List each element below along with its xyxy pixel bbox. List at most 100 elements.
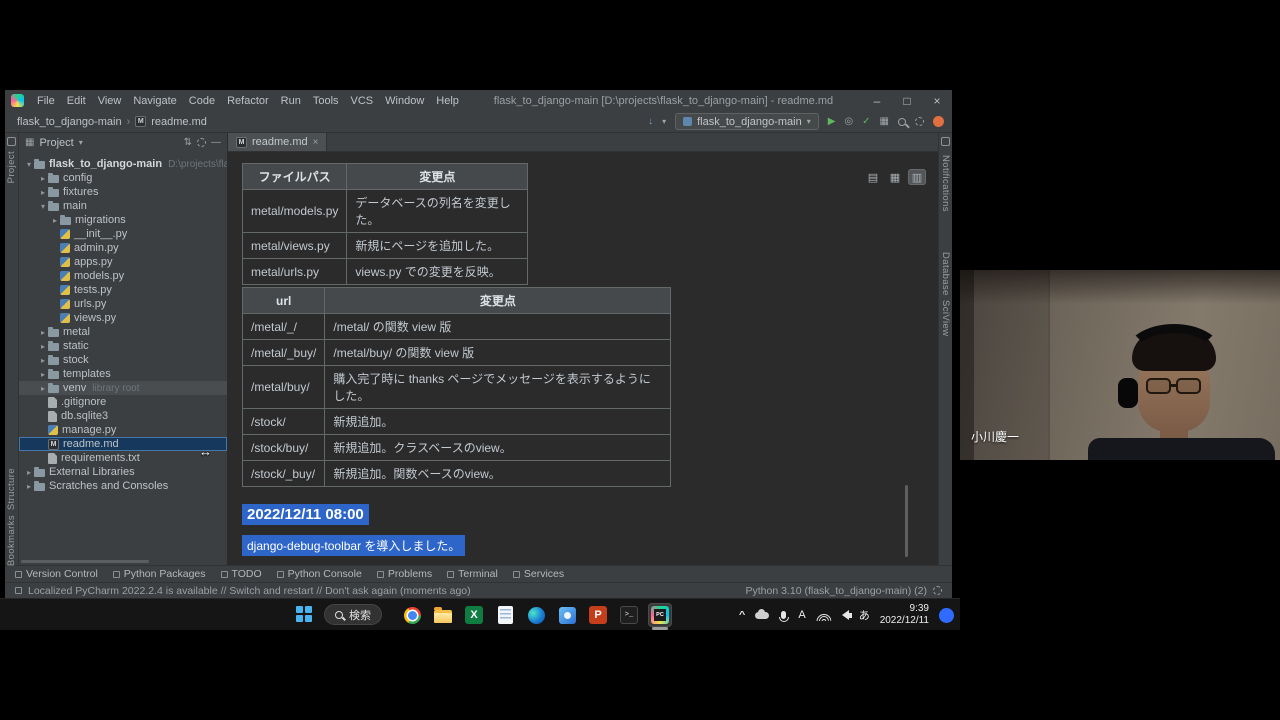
chevron-collapsed-icon[interactable]: ▸: [38, 188, 48, 197]
tree-item-main[interactable]: ▾ main: [19, 199, 227, 213]
chevron-collapsed-icon[interactable]: ▸: [38, 370, 48, 379]
menu-view[interactable]: View: [92, 95, 128, 107]
panel-settings-icon[interactable]: [197, 138, 206, 147]
chevron-collapsed-icon[interactable]: ▸: [24, 468, 34, 477]
tool-button-python-packages[interactable]: Python Packages: [113, 568, 206, 580]
menu-help[interactable]: Help: [430, 95, 465, 107]
chevron-collapsed-icon[interactable]: ▸: [38, 342, 48, 351]
chevron-expanded-icon[interactable]: ▾: [38, 202, 48, 211]
chevron-collapsed-icon[interactable]: ▸: [38, 356, 48, 365]
maximize-button[interactable]: □: [892, 90, 922, 111]
tree-item-models-py[interactable]: models.py: [19, 269, 227, 283]
tree-item-migrations[interactable]: ▸ migrations: [19, 213, 227, 227]
menu-navigate[interactable]: Navigate: [127, 95, 182, 107]
tree-item-manage-py[interactable]: manage.py: [19, 423, 227, 437]
tool-button-python-console[interactable]: Python Console: [277, 568, 362, 580]
collapse-all-icon[interactable]: ⇅: [184, 137, 192, 148]
chevron-collapsed-icon[interactable]: ▸: [24, 482, 34, 491]
terminal-icon[interactable]: >_: [617, 603, 641, 627]
tree-item-gitignore[interactable]: .gitignore: [19, 395, 227, 409]
project-stripe-icon[interactable]: [7, 137, 16, 146]
commit-check-icon[interactable]: ✓: [862, 117, 870, 127]
chevron-collapsed-icon[interactable]: ▸: [38, 328, 48, 337]
microphone-icon[interactable]: [781, 611, 786, 619]
tool-button-todo[interactable]: TODO: [221, 568, 262, 580]
chevron-collapsed-icon[interactable]: ▸: [38, 174, 48, 183]
menu-file[interactable]: File: [31, 95, 61, 107]
stripe-top-icon[interactable]: [941, 137, 950, 146]
tool-button-project[interactable]: Project: [6, 151, 17, 183]
tree-item-urls-py[interactable]: urls.py: [19, 297, 227, 311]
tree-item-init-py[interactable]: __init__.py: [19, 227, 227, 241]
editor-only-mode-icon[interactable]: ▤: [864, 169, 882, 185]
hide-panel-icon[interactable]: —: [211, 137, 221, 148]
tool-button-sciview[interactable]: SciView: [940, 300, 951, 336]
menu-code[interactable]: Code: [183, 95, 221, 107]
menu-run[interactable]: Run: [275, 95, 307, 107]
powerpoint-icon[interactable]: P: [586, 603, 610, 627]
tab-readme-md[interactable]: M readme.md ×: [228, 133, 327, 151]
avatar[interactable]: [933, 116, 944, 127]
clock[interactable]: 9:39 2022/12/11: [880, 603, 929, 628]
tree-item-venv[interactable]: ▸ venv library root: [19, 381, 227, 395]
run-button[interactable]: ▶: [828, 117, 836, 127]
tool-button-terminal[interactable]: Terminal: [447, 568, 498, 580]
status-message[interactable]: Localized PyCharm 2022.2.4 is available …: [28, 585, 739, 597]
tree-item-static[interactable]: ▸ static: [19, 339, 227, 353]
split-mode-icon[interactable]: ▦: [886, 169, 904, 185]
preview-only-mode-icon[interactable]: ▥: [908, 169, 926, 185]
menu-vcs[interactable]: VCS: [345, 95, 380, 107]
menu-edit[interactable]: Edit: [61, 95, 92, 107]
tree-item-external-libraries[interactable]: ▸ External Libraries: [19, 465, 227, 479]
tree-item-fixtures[interactable]: ▸ fixtures: [19, 185, 227, 199]
chevron-collapsed-icon[interactable]: ▸: [38, 384, 48, 393]
coverage-icon[interactable]: ◎: [844, 117, 853, 127]
tool-button-problems[interactable]: Problems: [377, 568, 432, 580]
photos-icon[interactable]: [555, 603, 579, 627]
wifi-icon[interactable]: [816, 610, 832, 621]
gear-icon[interactable]: [915, 117, 924, 126]
event-log-icon[interactable]: [15, 587, 22, 594]
tray-overflow-icon[interactable]: ^: [739, 610, 745, 620]
tree-item-requirements-txt[interactable]: requirements.txt: [19, 451, 227, 465]
tree-item-views-py[interactable]: views.py: [19, 311, 227, 325]
horizontal-scrollbar[interactable]: [21, 560, 149, 563]
start-button[interactable]: [296, 606, 312, 622]
menu-window[interactable]: Window: [379, 95, 430, 107]
chevron-down-icon[interactable]: ▾: [79, 138, 83, 147]
close-button[interactable]: ×: [922, 90, 952, 111]
tool-button-database[interactable]: Database: [940, 252, 951, 296]
grid-icon[interactable]: ▦: [880, 117, 889, 127]
chevron-collapsed-icon[interactable]: ▸: [50, 216, 60, 225]
interpreter-widget[interactable]: Python 3.10 (flask_to_django-main) (2): [745, 585, 927, 597]
tree-item-tests-py[interactable]: tests.py: [19, 283, 227, 297]
menu-refactor[interactable]: Refactor: [221, 95, 275, 107]
tree-item-db-sqlite3[interactable]: db.sqlite3: [19, 409, 227, 423]
edge-icon[interactable]: [524, 603, 548, 627]
git-caret-icon[interactable]: ▾: [662, 117, 666, 126]
tool-button-notifications[interactable]: Notifications: [940, 155, 951, 212]
tool-button-version-control[interactable]: Version Control: [15, 568, 98, 580]
tree-item-project-root[interactable]: ▾ flask_to_django-main D:\projects\flask…: [19, 157, 227, 171]
tool-button-bookmarks[interactable]: Bookmarks: [6, 515, 17, 566]
tree-item-apps-py[interactable]: apps.py: [19, 255, 227, 269]
tree-item-admin-py[interactable]: admin.py: [19, 241, 227, 255]
notifications-bell-icon[interactable]: [933, 586, 942, 595]
tree-item-metal[interactable]: ▸ metal: [19, 325, 227, 339]
breadcrumb-root[interactable]: flask_to_django-main: [17, 116, 122, 128]
run-configuration-select[interactable]: flask_to_django-main ▾: [675, 113, 819, 130]
tree-item-templates[interactable]: ▸ templates: [19, 367, 227, 381]
tool-button-services[interactable]: Services: [513, 568, 564, 580]
tool-button-structure[interactable]: Structure: [6, 468, 17, 510]
notepad-icon[interactable]: [493, 603, 517, 627]
vertical-scrollbar[interactable]: [905, 485, 908, 557]
tree-item-config[interactable]: ▸ config: [19, 171, 227, 185]
chrome-icon[interactable]: [400, 603, 424, 627]
breadcrumb-file[interactable]: readme.md: [151, 116, 207, 128]
notification-badge[interactable]: [939, 608, 954, 623]
git-update-icon[interactable]: ↓: [648, 117, 653, 127]
excel-icon[interactable]: X: [462, 603, 486, 627]
search-icon[interactable]: [898, 118, 906, 126]
chevron-expanded-icon[interactable]: ▾: [24, 160, 34, 169]
ime-latin-indicator[interactable]: A: [798, 609, 805, 621]
